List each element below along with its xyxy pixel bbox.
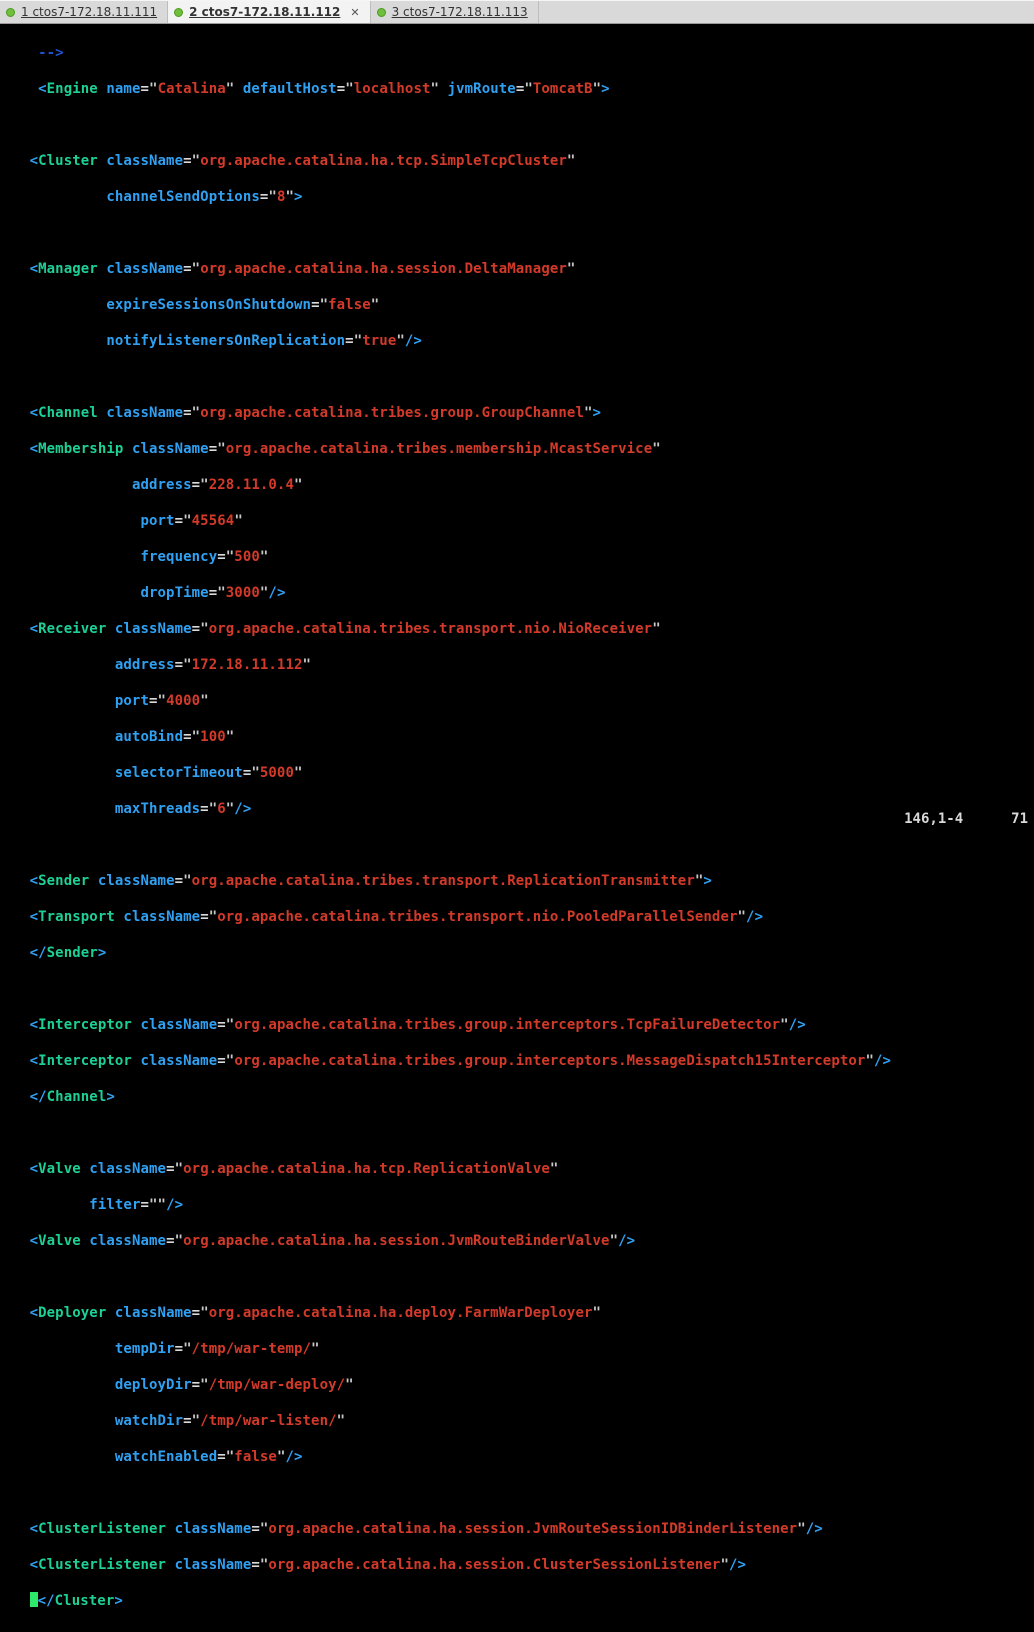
tab-3[interactable]: 3 ctos7-172.18.11.113 <box>371 1 539 23</box>
status-dot-icon <box>377 8 386 17</box>
status-position: 146,1-4 <box>904 811 963 827</box>
status-bar: 146,1-4 71 <box>4 811 1028 827</box>
close-icon[interactable]: ✕ <box>346 6 359 19</box>
tab-label: 2 ctos7-172.18.11.112 <box>189 5 340 19</box>
tab-bar-filler <box>539 1 1034 23</box>
status-dot-icon <box>6 8 15 17</box>
status-dot-icon <box>174 8 183 17</box>
tab-1[interactable]: 1 ctos7-172.18.11.111 <box>0 1 168 23</box>
tab-bar: 1 ctos7-172.18.11.111 2 ctos7-172.18.11.… <box>0 0 1034 24</box>
tab-2[interactable]: 2 ctos7-172.18.11.112 ✕ <box>168 1 370 23</box>
terminal-editor[interactable]: --> <Engine name="Catalina" defaultHost=… <box>0 24 1034 1632</box>
tab-label: 1 ctos7-172.18.11.111 <box>21 5 157 19</box>
cursor <box>30 1592 38 1607</box>
xml-comment-end: --> <box>38 45 64 61</box>
tab-label: 3 ctos7-172.18.11.113 <box>392 5 528 19</box>
status-percent: 71 <box>1011 811 1028 827</box>
